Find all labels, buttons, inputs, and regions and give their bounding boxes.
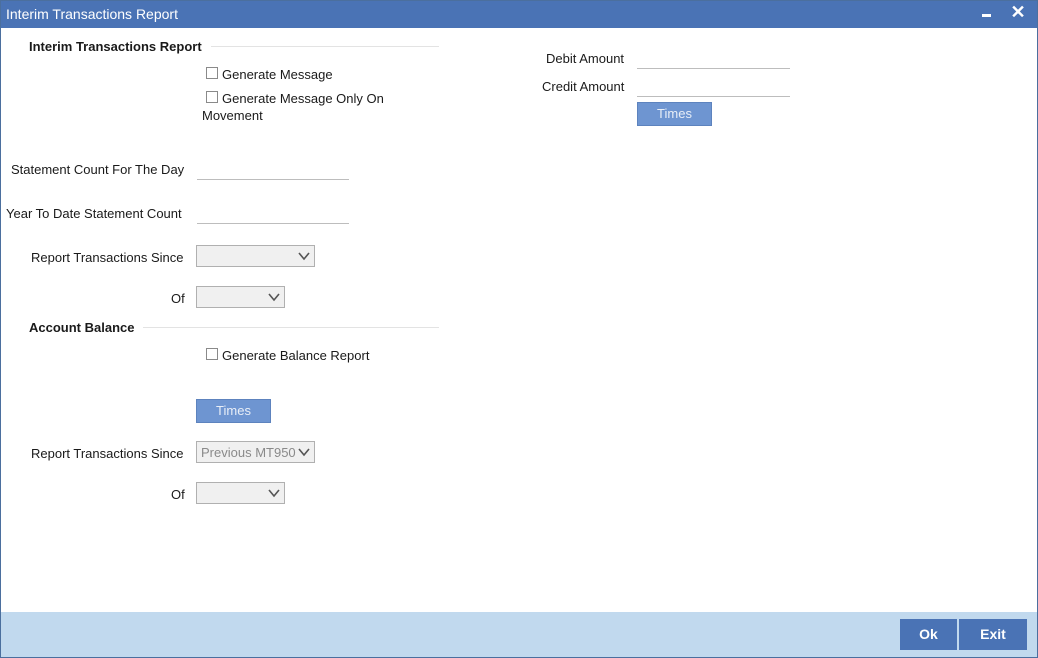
credit-amount-label: Credit Amount bbox=[542, 79, 625, 94]
interim-section-title: Interim Transactions Report bbox=[29, 39, 202, 54]
balance-of-label: Of bbox=[171, 487, 185, 502]
credit-amount-input[interactable] bbox=[637, 75, 790, 97]
debit-amount-input[interactable] bbox=[637, 47, 790, 69]
balance-section-title: Account Balance bbox=[29, 320, 135, 335]
interim-times-button[interactable]: Times bbox=[637, 102, 712, 126]
generate-on-movement-checkbox[interactable] bbox=[206, 91, 218, 103]
title-bar[interactable]: Interim Transactions Report ✕ bbox=[1, 1, 1037, 28]
statement-count-label: Statement Count For The Day bbox=[11, 162, 185, 177]
balance-report-since-value: Previous MT950 bbox=[201, 445, 296, 460]
balance-of-select[interactable] bbox=[196, 482, 285, 504]
generate-message-label: Generate Message bbox=[222, 67, 333, 82]
close-icon[interactable]: ✕ bbox=[1008, 3, 1028, 23]
statement-count-input[interactable] bbox=[197, 158, 349, 180]
balance-report-since-label: Report Transactions Since bbox=[31, 446, 184, 461]
balance-times-button[interactable]: Times bbox=[196, 399, 271, 423]
chevron-down-icon bbox=[268, 489, 280, 498]
debit-amount-label: Debit Amount bbox=[546, 51, 625, 66]
ytd-count-input[interactable] bbox=[197, 202, 349, 224]
ok-button[interactable]: Ok bbox=[900, 619, 957, 650]
generate-on-movement-label-line2: Movement bbox=[202, 108, 263, 123]
of-label: Of bbox=[171, 291, 185, 306]
balance-section-divider bbox=[143, 327, 439, 328]
generate-on-movement-label-line1: Generate Message Only On bbox=[222, 91, 384, 106]
chevron-down-icon bbox=[298, 448, 310, 457]
report-since-select[interactable] bbox=[196, 245, 315, 267]
interim-section-divider bbox=[211, 46, 439, 47]
window-title: Interim Transactions Report bbox=[6, 6, 178, 22]
generate-message-checkbox[interactable] bbox=[206, 67, 218, 79]
chevron-down-icon bbox=[268, 293, 280, 302]
balance-report-since-select[interactable]: Previous MT950 bbox=[196, 441, 315, 463]
report-since-label: Report Transactions Since bbox=[31, 250, 184, 265]
minimize-icon[interactable] bbox=[977, 3, 997, 23]
generate-balance-label: Generate Balance Report bbox=[222, 348, 370, 363]
dialog-window: Interim Transactions Report ✕ Interim Tr… bbox=[0, 0, 1038, 658]
chevron-down-icon bbox=[298, 252, 310, 261]
generate-balance-checkbox[interactable] bbox=[206, 348, 218, 360]
of-select[interactable] bbox=[196, 286, 285, 308]
footer-bar: Ok Exit bbox=[1, 612, 1037, 657]
ytd-count-label: Year To Date Statement Count bbox=[6, 206, 182, 221]
exit-button[interactable]: Exit bbox=[959, 619, 1027, 650]
